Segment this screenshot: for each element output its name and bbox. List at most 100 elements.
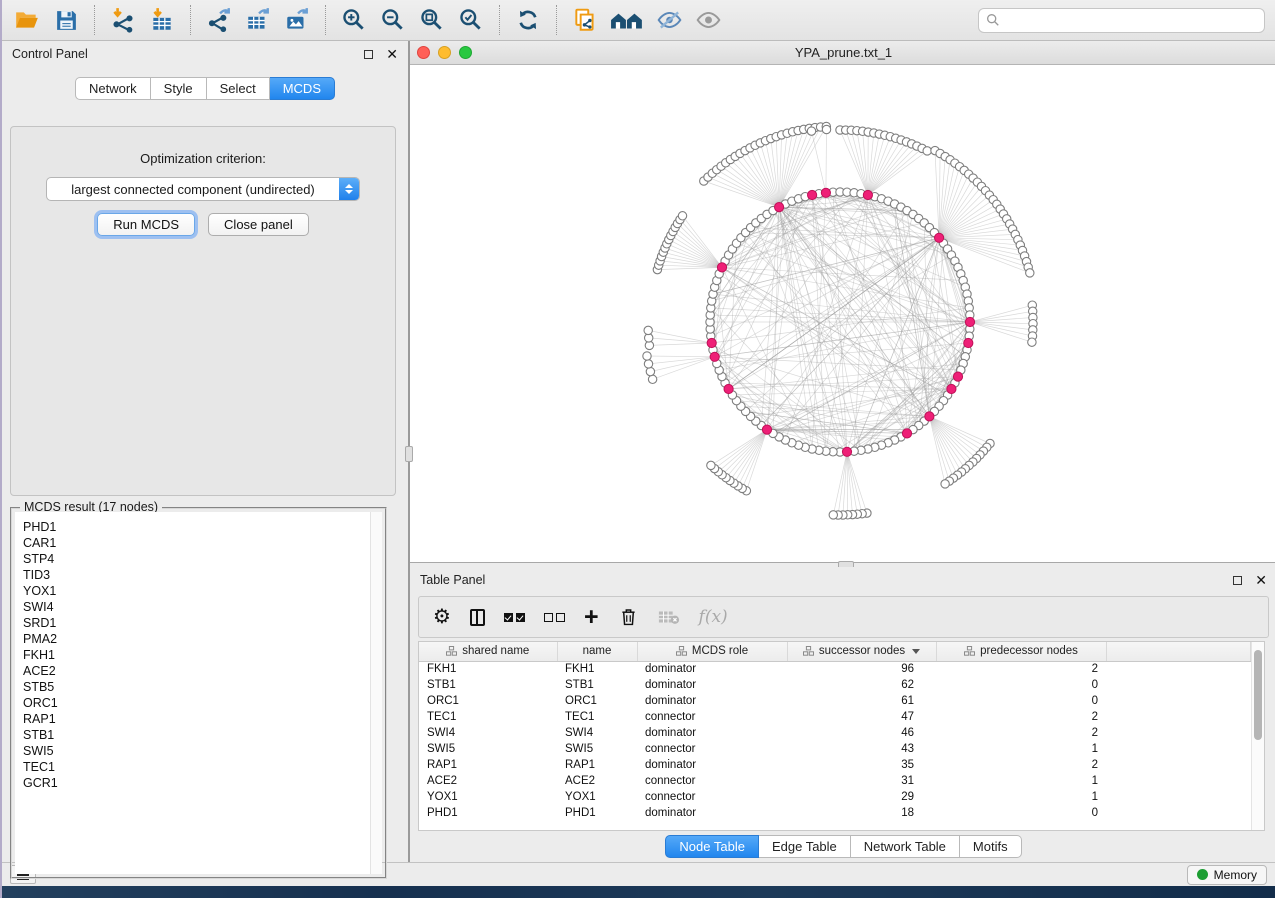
table-cell[interactable]: 2 [936, 709, 1106, 725]
mcds-result-list[interactable]: PHD1CAR1STP4TID3YOX1SWI4SRD1PMA2FKH1ACE2… [15, 512, 370, 874]
column-header[interactable]: name [557, 642, 637, 661]
deselect-all-button[interactable] [544, 613, 565, 622]
list-item[interactable]: SWI4 [23, 599, 370, 615]
import-network-button[interactable] [108, 5, 138, 35]
node-table[interactable]: shared namenameMCDS rolesuccessor nodesp… [419, 642, 1251, 821]
open-file-button[interactable] [12, 5, 42, 35]
table-cell[interactable]: 29 [787, 789, 936, 805]
network-titlebar[interactable]: YPA_prune.txt_1 [410, 41, 1275, 65]
search-field[interactable] [978, 8, 1265, 33]
list-item[interactable]: YOX1 [23, 583, 370, 599]
table-cell[interactable]: 0 [936, 805, 1106, 821]
zoom-selected-button[interactable] [456, 5, 486, 35]
show-all-button[interactable] [693, 5, 723, 35]
table-row[interactable]: TEC1TEC1connector472 [419, 709, 1251, 725]
table-cell[interactable]: 0 [936, 693, 1106, 709]
table-cell[interactable]: SWI5 [557, 741, 637, 757]
table-row[interactable]: YOX1YOX1connector291 [419, 789, 1251, 805]
table-header-row[interactable]: shared namenameMCDS rolesuccessor nodesp… [419, 642, 1251, 661]
table-cell[interactable]: TEC1 [557, 709, 637, 725]
column-header[interactable]: shared name [419, 642, 557, 661]
tab-network-table[interactable]: Network Table [851, 835, 960, 858]
table-cell[interactable]: RAP1 [419, 757, 557, 773]
table-cell[interactable]: dominator [637, 725, 787, 741]
table-cell[interactable]: 43 [787, 741, 936, 757]
table-cell[interactable]: connector [637, 741, 787, 757]
table-cell[interactable]: 31 [787, 773, 936, 789]
export-table-button[interactable] [243, 5, 273, 35]
hide-selected-button[interactable] [654, 5, 684, 35]
table-settings-button[interactable]: ⚙ [433, 607, 451, 627]
list-item[interactable]: STB1 [23, 727, 370, 743]
list-item[interactable]: GCR1 [23, 775, 370, 791]
float-panel-icon[interactable] [1233, 576, 1242, 585]
table-cell[interactable]: SWI4 [557, 725, 637, 741]
criterion-dropdown[interactable]: largest connected component (undirected) [46, 177, 360, 201]
first-neighbors-button[interactable] [609, 5, 645, 35]
list-item[interactable]: SWI5 [23, 743, 370, 759]
list-item[interactable]: ACE2 [23, 663, 370, 679]
table-cell[interactable]: SWI4 [419, 725, 557, 741]
table-cell[interactable]: ACE2 [557, 773, 637, 789]
table-row[interactable]: ORC1ORC1dominator610 [419, 693, 1251, 709]
tab-node-table[interactable]: Node Table [665, 835, 759, 858]
list-item[interactable]: FKH1 [23, 647, 370, 663]
table-cell[interactable]: PHD1 [419, 805, 557, 821]
table-cell[interactable]: STB1 [557, 677, 637, 693]
table-cell[interactable]: TEC1 [419, 709, 557, 725]
search-input[interactable] [1005, 13, 1257, 27]
refresh-view-button[interactable] [513, 5, 543, 35]
clone-network-button[interactable] [570, 5, 600, 35]
table-cell[interactable]: YOX1 [419, 789, 557, 805]
select-all-button[interactable] [504, 613, 525, 622]
table-cell[interactable]: STB1 [419, 677, 557, 693]
table-cell[interactable]: FKH1 [419, 661, 557, 677]
table-scrollbar[interactable] [1251, 642, 1264, 830]
export-image-button[interactable] [282, 5, 312, 35]
tab-mcds[interactable]: MCDS [270, 77, 335, 100]
table-cell[interactable]: 1 [936, 741, 1106, 757]
table-cell[interactable]: 46 [787, 725, 936, 741]
table-cell[interactable]: 61 [787, 693, 936, 709]
close-panel-button[interactable]: Close panel [208, 213, 309, 236]
table-cell[interactable]: 2 [936, 661, 1106, 677]
list-item[interactable]: STB5 [23, 679, 370, 695]
zoom-fit-button[interactable] [417, 5, 447, 35]
table-cell[interactable]: dominator [637, 693, 787, 709]
column-header[interactable]: successor nodes [787, 642, 936, 661]
add-column-button[interactable]: + [584, 607, 599, 627]
network-canvas[interactable] [410, 65, 1275, 562]
zoom-out-button[interactable] [378, 5, 408, 35]
column-header[interactable]: predecessor nodes [936, 642, 1106, 661]
table-cell[interactable]: 1 [936, 789, 1106, 805]
tab-edge-table[interactable]: Edge Table [759, 835, 851, 858]
table-cell[interactable]: connector [637, 709, 787, 725]
table-cell[interactable]: RAP1 [557, 757, 637, 773]
table-cell[interactable]: 1 [936, 773, 1106, 789]
divider-grip[interactable] [405, 446, 413, 462]
scrollbar-thumb[interactable] [1254, 650, 1262, 740]
table-cell[interactable]: 2 [936, 725, 1106, 741]
tab-motifs[interactable]: Motifs [960, 835, 1022, 858]
list-item[interactable]: RAP1 [23, 711, 370, 727]
list-item[interactable]: SRD1 [23, 615, 370, 631]
table-cell[interactable]: ACE2 [419, 773, 557, 789]
table-cell[interactable]: 62 [787, 677, 936, 693]
table-cell[interactable]: YOX1 [557, 789, 637, 805]
import-table-button[interactable] [147, 5, 177, 35]
table-cell[interactable]: dominator [637, 661, 787, 677]
table-cell[interactable]: PHD1 [557, 805, 637, 821]
save-session-button[interactable] [51, 5, 81, 35]
table-row[interactable]: ACE2ACE2connector311 [419, 773, 1251, 789]
function-builder-button-disabled[interactable]: f(x) [699, 607, 728, 627]
table-cell[interactable]: SWI5 [419, 741, 557, 757]
list-item[interactable]: ORC1 [23, 695, 370, 711]
delete-column-button[interactable] [618, 606, 639, 628]
table-cell[interactable]: 2 [936, 757, 1106, 773]
delete-table-button-disabled[interactable] [658, 608, 680, 626]
show-columns-button[interactable] [470, 609, 485, 626]
tab-network[interactable]: Network [75, 77, 151, 100]
memory-button[interactable]: Memory [1187, 865, 1267, 885]
table-row[interactable]: PHD1PHD1dominator180 [419, 805, 1251, 821]
table-row[interactable]: RAP1RAP1dominator352 [419, 757, 1251, 773]
